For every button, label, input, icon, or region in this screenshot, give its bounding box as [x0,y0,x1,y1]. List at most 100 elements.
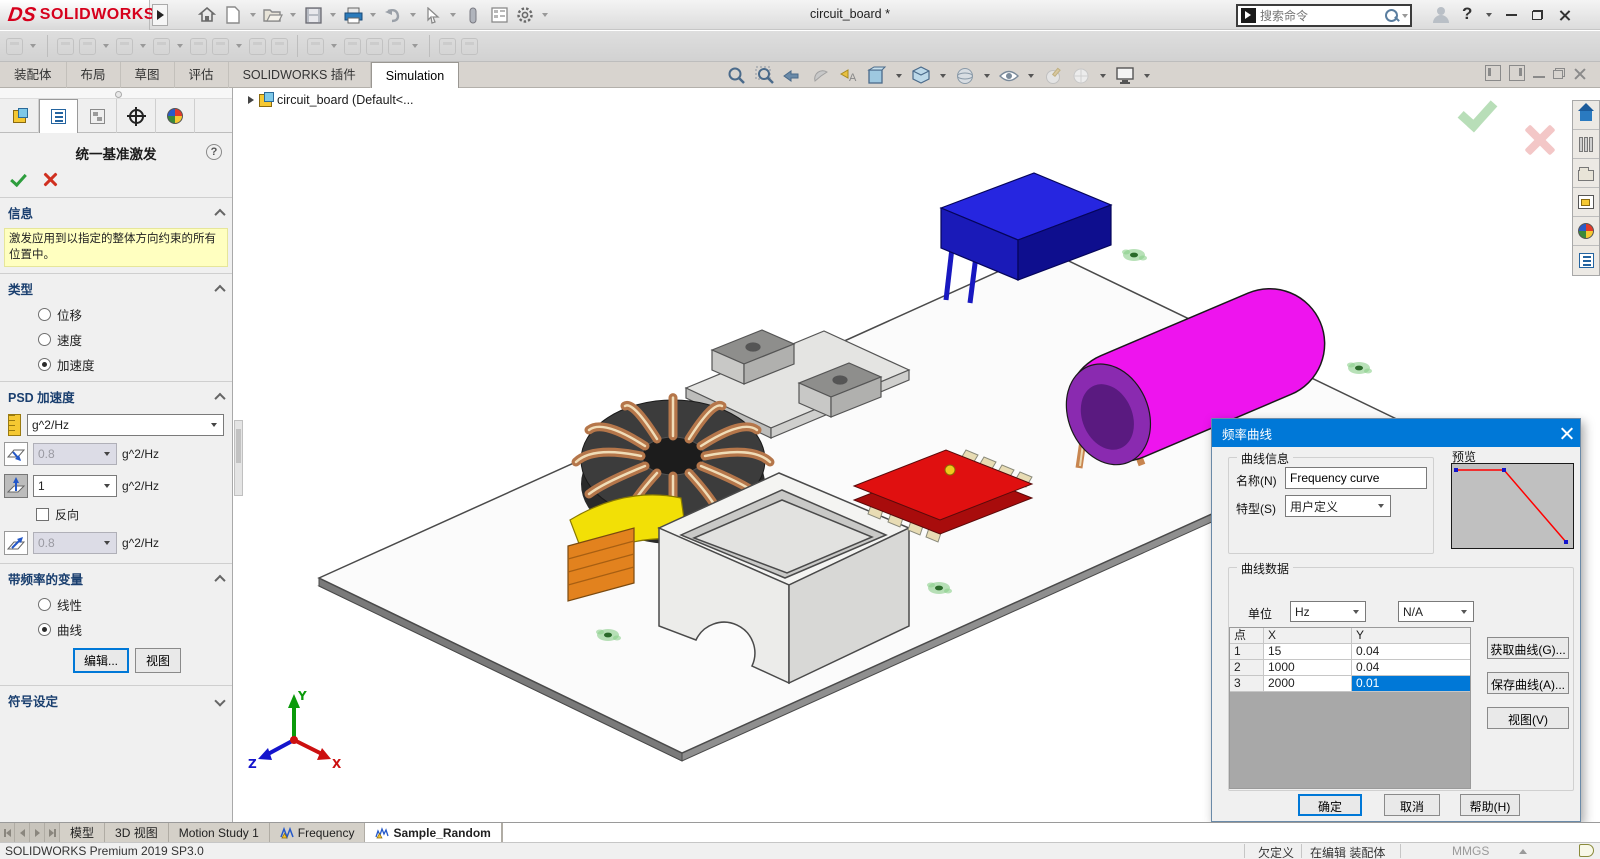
select-icon[interactable] [422,4,444,26]
layers-icon[interactable] [190,38,207,55]
section-info-header[interactable]: 信息 [0,198,232,226]
dropdown-caret[interactable] [984,74,990,78]
taskpane-home-button[interactable] [1573,101,1599,130]
hide-show-items-icon[interactable] [998,65,1020,87]
display-style-icon[interactable] [954,65,976,87]
tab-appearances[interactable] [156,99,195,133]
cancel-x-button[interactable] [42,171,58,187]
replace-components-icon[interactable] [344,38,361,55]
open-icon[interactable] [262,4,284,26]
curve-name-input[interactable] [1285,467,1427,489]
dropdown-caret[interactable] [1100,74,1106,78]
unit-x-select[interactable]: Hz [1290,601,1366,622]
curve-type-select[interactable]: 用户定义 [1285,495,1391,517]
tab-simulation[interactable]: Simulation [371,62,459,89]
search-scope-icon[interactable] [1241,8,1256,23]
cell-x[interactable]: 1000 [1264,660,1352,676]
zoom-to-fit-icon[interactable] [726,65,748,87]
panel-help-icon[interactable]: ? [206,144,222,160]
last-tab-button[interactable] [45,823,60,842]
move-component-icon[interactable] [307,38,324,55]
open-dropdown-caret[interactable] [290,13,296,17]
collapse-left-pane-button[interactable] [1485,65,1501,81]
cell-point[interactable]: 3 [1230,676,1264,692]
tab-evaluate[interactable]: 评估 [175,62,229,88]
view-settings-icon[interactable] [1114,65,1136,87]
tab-dimxpert[interactable] [117,99,156,133]
print-icon[interactable] [342,4,364,26]
undo-dropdown-caret[interactable] [410,13,416,17]
tab-frequency-study[interactable]: Frequency [270,823,366,842]
tab-assembly[interactable]: 装配体 [0,62,67,88]
tab-sketch[interactable]: 草图 [121,62,175,88]
panel-scrollbar[interactable] [234,420,243,496]
menu-flyout-button[interactable] [152,4,168,26]
units-selector[interactable]: MMGS [1452,844,1489,858]
dropdown-caret[interactable] [103,44,109,48]
tab-motion-study[interactable]: Motion Study 1 [169,823,270,842]
psd-x-value[interactable]: 0.8 [33,443,117,465]
taskpane-custom-properties-button[interactable] [1573,246,1599,275]
dropdown-caret[interactable] [412,44,418,48]
options-gear-icon[interactable] [514,4,536,26]
apply-scene-icon[interactable] [1070,65,1092,87]
smart-component-icon[interactable] [212,38,229,55]
collapse-right-pane-button[interactable] [1509,65,1525,81]
user-account-icon[interactable] [1432,6,1450,24]
doc-close-button[interactable] [1573,67,1586,80]
close-button[interactable] [1552,6,1578,24]
cell-y[interactable]: 0.04 [1352,644,1470,660]
radio-velocity[interactable]: 速度 [0,327,232,352]
taskpane-appearances-button[interactable] [1573,217,1599,246]
panel-splitter[interactable] [0,88,232,99]
print-dropdown-caret[interactable] [370,13,376,17]
new-dropdown-caret[interactable] [250,13,256,17]
home-icon[interactable] [196,4,218,26]
psd-unit-select[interactable]: g^2/Hz [27,414,224,436]
command-search[interactable] [1236,4,1412,27]
section-type-header[interactable]: 类型 [0,274,232,302]
view-curve-button[interactable]: 视图(V) [1487,707,1569,729]
undo-icon[interactable] [382,4,404,26]
section-symbol-header[interactable]: 符号设定 [0,686,232,714]
ok-button[interactable]: 确定 [1298,794,1362,816]
dropdown-caret[interactable] [177,44,183,48]
exploded-view-icon[interactable] [461,38,478,55]
mate-icon[interactable] [116,38,133,55]
drawing-section-icon[interactable] [866,65,888,87]
units-caret-icon[interactable] [1519,849,1527,854]
taskpane-design-library-button[interactable] [1573,130,1599,159]
section-psd-header[interactable]: PSD 加速度 [0,382,232,410]
taskpane-file-explorer-button[interactable] [1573,159,1599,188]
dropdown-caret[interactable] [940,74,946,78]
pcb-pad[interactable] [1347,362,1372,374]
dialog-titlebar[interactable]: 频率曲线 [1212,419,1580,447]
copy-with-mates-icon[interactable] [366,38,383,55]
feature-tree-root[interactable]: circuit_board (Default<... [248,93,414,107]
search-input[interactable] [1260,9,1384,23]
direction-z-button[interactable] [4,531,28,555]
cell-x[interactable]: 2000 [1264,676,1352,692]
dropdown-caret[interactable] [30,44,36,48]
taskpane-view-palette-button[interactable] [1573,188,1599,217]
search-dropdown-caret[interactable] [1402,14,1408,18]
properties-icon[interactable] [488,4,510,26]
tab-configuration-manager[interactable] [78,99,117,133]
cell-y[interactable]: 0.04 [1352,660,1470,676]
reverse-checkbox-row[interactable]: 反向 [0,502,232,527]
zoom-to-area-icon[interactable] [754,65,776,87]
cell-point[interactable]: 2 [1230,660,1264,676]
prev-tab-button[interactable] [15,823,30,842]
confirm-corner-cancel-icon[interactable] [1522,122,1556,156]
options-dropdown-caret[interactable] [542,13,548,17]
magnet-icon[interactable] [462,4,484,26]
dropdown-caret[interactable] [140,44,146,48]
component-icon[interactable] [79,38,96,55]
view-curve-button[interactable]: 视图 [135,648,181,673]
dropdown-caret[interactable] [1028,74,1034,78]
edit-appearance-icon[interactable] [1042,65,1064,87]
search-magnifier-icon[interactable] [1384,8,1400,24]
ok-check-button[interactable] [8,171,28,191]
direction-x-button[interactable] [4,442,28,466]
radio-displacement[interactable]: 位移 [0,302,232,327]
